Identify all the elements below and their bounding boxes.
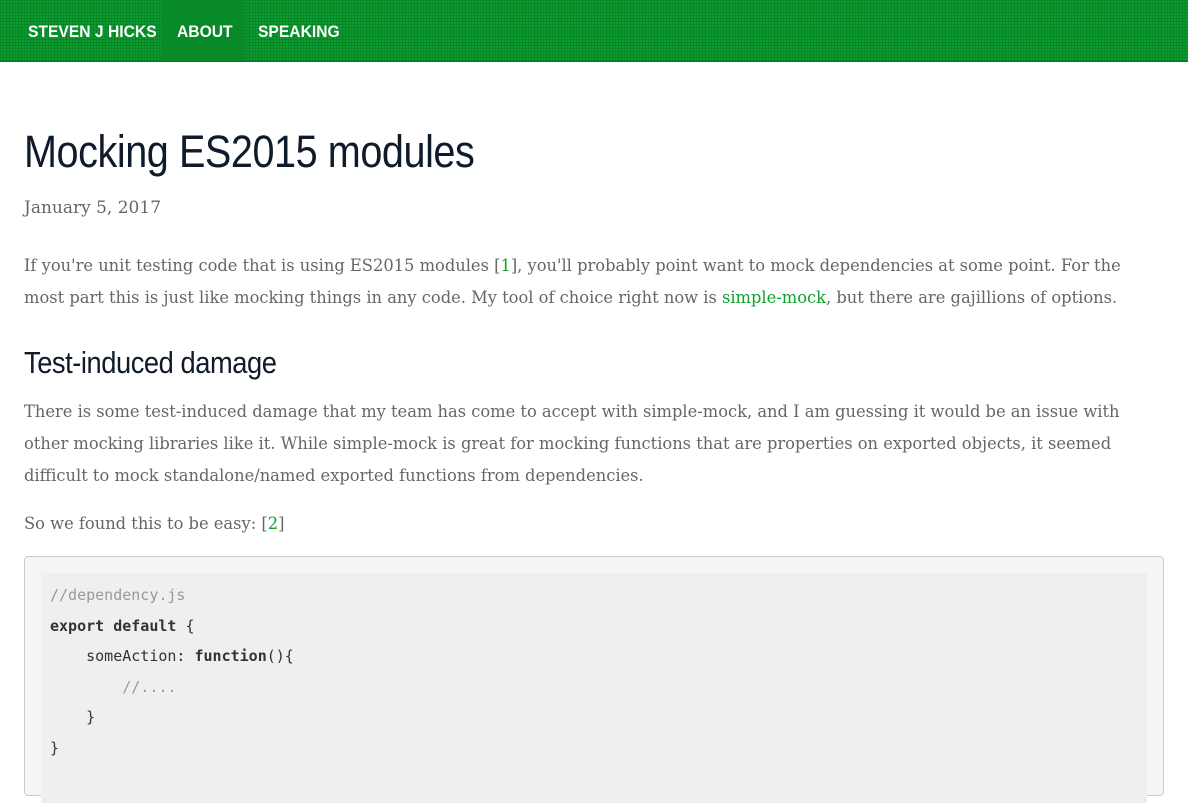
intro-paragraph: If you're unit testing code that is usin… [24, 250, 1154, 314]
post-title: Mocking ES2015 modules [24, 126, 475, 177]
code-keyword: function [194, 647, 267, 665]
footnote-link-2[interactable]: 2 [268, 514, 278, 533]
code-text: (){ [266, 647, 294, 665]
intro-text-1: If you're unit testing code that is usin… [24, 256, 501, 275]
nav-brand-link[interactable]: STEVEN J HICKS [28, 0, 157, 61]
code-text: someAction: [50, 647, 195, 665]
section-heading: Test-induced damage [24, 345, 277, 380]
post-date: January 5, 2017 [24, 198, 162, 218]
code-text: { [176, 617, 195, 635]
code-line-4: //.... [50, 678, 177, 696]
easy-text-1: So we found this to be easy: [ [24, 514, 268, 533]
footnote-link-1[interactable]: 1 [500, 256, 510, 275]
nav-about-link[interactable]: ABOUT [177, 0, 233, 61]
code-block: //dependency.js export default { someAct… [24, 556, 1164, 803]
intro-text-3: , but there are gajillions of options. [825, 288, 1118, 307]
code-line-5: } [50, 708, 96, 726]
code-line-1: //dependency.js [50, 586, 186, 604]
easy-text-2: ] [278, 514, 285, 533]
top-navbar: STEVEN J HICKS ABOUT SPEAKING [0, 0, 1188, 62]
section-paragraph: There is some test-induced damage that m… [24, 402, 1120, 485]
easy-paragraph: So we found this to be easy: [2] [24, 508, 1154, 540]
code-block-inner: //dependency.js export default { someAct… [41, 573, 1147, 803]
nav-speaking-link[interactable]: SPEAKING [258, 0, 340, 61]
simple-mock-link[interactable]: simple-mock [722, 288, 826, 307]
code-keyword: export default [50, 617, 177, 635]
code-line-6: } [50, 739, 60, 757]
code-line-3: someAction: function(){ [50, 647, 294, 665]
code-line-2: export default { [50, 617, 195, 635]
